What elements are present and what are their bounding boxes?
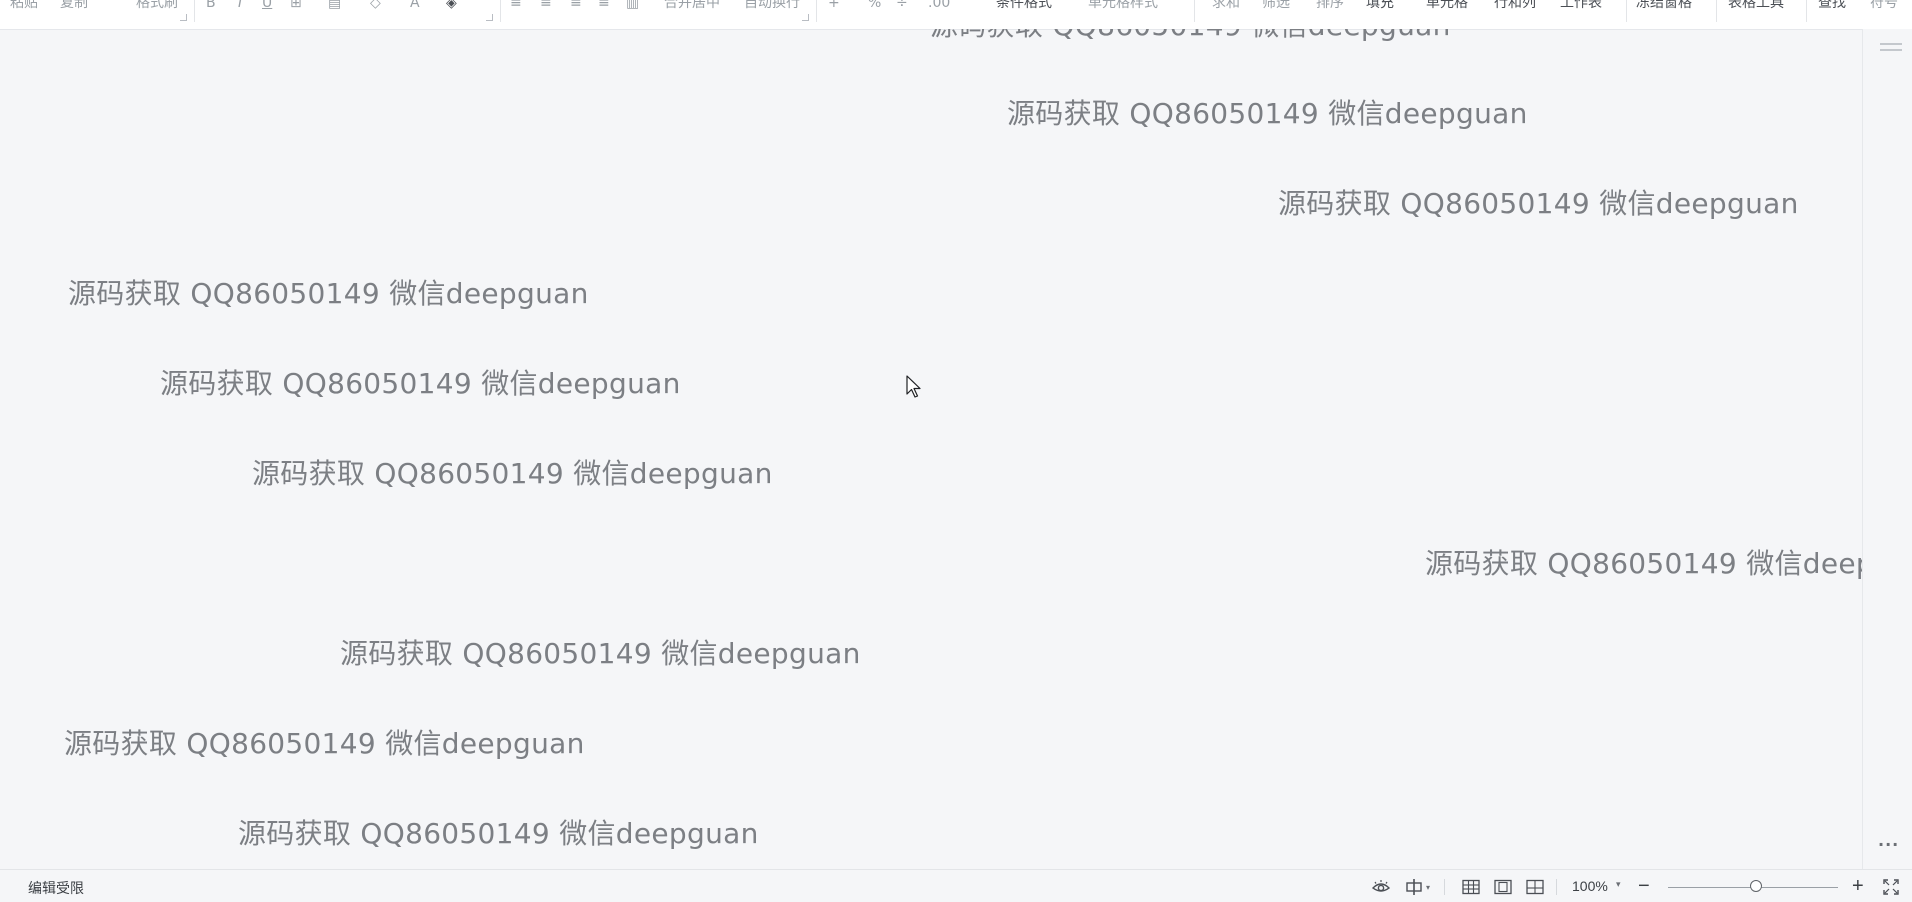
font-color-button[interactable]: A [410,0,420,13]
toolbar-separator [1194,0,1195,22]
paste-button[interactable]: 粘贴 [10,0,38,13]
align-right-button[interactable]: ≡ [570,0,582,13]
clipboard-group-expand[interactable] [180,14,187,21]
table-tools-button[interactable]: 表格工具 [1728,0,1784,13]
toolbar-separator [1806,0,1807,22]
wrap-text-button[interactable]: 自动换行 [744,0,800,13]
toolbar-separator [500,0,501,22]
align-left-button[interactable]: ≡ [510,0,522,13]
decimal-button[interactable]: .00 [928,0,950,13]
justify-button[interactable]: ≡ [598,0,610,13]
number-format-button[interactable]: + [828,0,840,13]
sum-button[interactable]: 求和 [1212,0,1240,13]
sheet-canvas[interactable]: 源码获取 QQ86050149 微信deepguan 源码获取 QQ860501… [0,29,1862,869]
border-button[interactable]: ⊞ [290,0,302,13]
zoom-in-button[interactable]: + [1852,874,1864,898]
copy-button[interactable]: 复制 [60,0,88,13]
alignment-group-expand[interactable] [802,14,809,21]
watermark-text: 源码获取 QQ86050149 微信deepguan [252,457,773,490]
watermark-text: 源码获取 QQ86050149 微信deepguan [1425,547,1862,580]
toolbar-separator [816,0,817,22]
watermark-text: 源码获取 QQ86050149 微信deepguan [340,637,861,670]
find-button[interactable]: 查找 [1818,0,1846,13]
fill-color-button[interactable]: ▤ [328,0,341,13]
eraser-button[interactable]: ◈ [446,0,457,13]
fullscreen-icon[interactable] [1880,877,1902,897]
conditional-format-button[interactable]: 条件格式 [996,0,1052,13]
watermark-text: 源码获取 QQ86050149 微信deepguan [160,367,681,400]
ribbon-toolbar: 粘贴 复制 格式刷 B I U ⊞ ▤ ◇ A ◈ ≡ ≡ ≡ ≡ ▥ 合并居中… [0,0,1912,30]
watermark-text: 源码获取 QQ86050149 微信deepguan [1278,187,1799,220]
mouse-cursor-icon [906,375,921,398]
normal-view-icon[interactable] [1460,877,1482,897]
watermark-text: 源码获取 QQ86050149 微信deepguan [64,727,585,760]
cell-style-button[interactable]: 单元格样式 [1088,0,1158,13]
fill-button[interactable]: 填充 [1366,0,1394,13]
edit-restricted-label[interactable]: 编辑受限 [28,878,84,898]
distribute-button[interactable]: ▥ [626,0,639,13]
chinese-input-icon[interactable]: ▾ [1400,877,1434,897]
zoom-caret-icon[interactable]: ▾ [1616,880,1621,890]
format-painter-button[interactable]: 格式刷 [136,0,178,13]
merge-center-button[interactable]: 合并居中 [664,0,720,13]
clear-format-button[interactable]: ◇ [370,0,381,13]
page-break-view-icon[interactable] [1524,877,1546,897]
italic-button[interactable]: I [238,0,242,13]
underline-button[interactable]: U [262,0,272,13]
more-options-icon[interactable]: ··· [1878,835,1899,854]
spreadsheet-window: 粘贴 复制 格式刷 B I U ⊞ ▤ ◇ A ◈ ≡ ≡ ≡ ≡ ▥ 合并居中… [0,0,1912,902]
watermark-text: 源码获取 QQ86050149 微信deepguan [238,817,759,850]
row-column-button[interactable]: 行和列 [1494,0,1536,13]
percent-button[interactable]: % [868,0,881,13]
zoom-slider-knob[interactable] [1750,880,1763,892]
vertical-scrollbar[interactable]: ··· [1862,29,1912,869]
toolbar-separator [194,0,195,22]
watermark-text: 源码获取 QQ86050149 微信deepguan [68,277,589,310]
zoom-out-button[interactable]: − [1638,874,1650,898]
cell-button[interactable]: 单元格 [1426,0,1468,13]
toolbar-separator [1626,0,1627,22]
toolbar-separator [1716,0,1717,22]
filter-button[interactable]: 筛选 [1262,0,1290,13]
bold-button[interactable]: B [206,0,216,13]
status-separator [1556,879,1557,895]
page-layout-view-icon[interactable] [1492,877,1514,897]
zoom-level-dropdown[interactable]: 100% [1572,878,1608,894]
thousands-button[interactable]: ÷ [896,0,908,13]
font-group-expand[interactable] [486,14,493,21]
scrollbar-handle[interactable] [1880,43,1902,51]
status-separator [1444,879,1445,895]
freeze-panes-button[interactable]: 冻结窗格 [1636,0,1692,13]
worksheet-button[interactable]: 工作表 [1560,0,1602,13]
watermark-text: 源码获取 QQ86050149 微信deepguan [1007,97,1528,130]
sort-button[interactable]: 排序 [1316,0,1344,13]
eye-icon[interactable] [1370,877,1392,897]
watermark-text: 源码获取 QQ86050149 微信deepguan [930,29,1451,44]
status-bar: 编辑受限 ▾ 100% ▾ − + [0,869,1912,902]
symbol-button[interactable]: 符号 [1870,0,1898,13]
align-center-button[interactable]: ≡ [540,0,552,13]
